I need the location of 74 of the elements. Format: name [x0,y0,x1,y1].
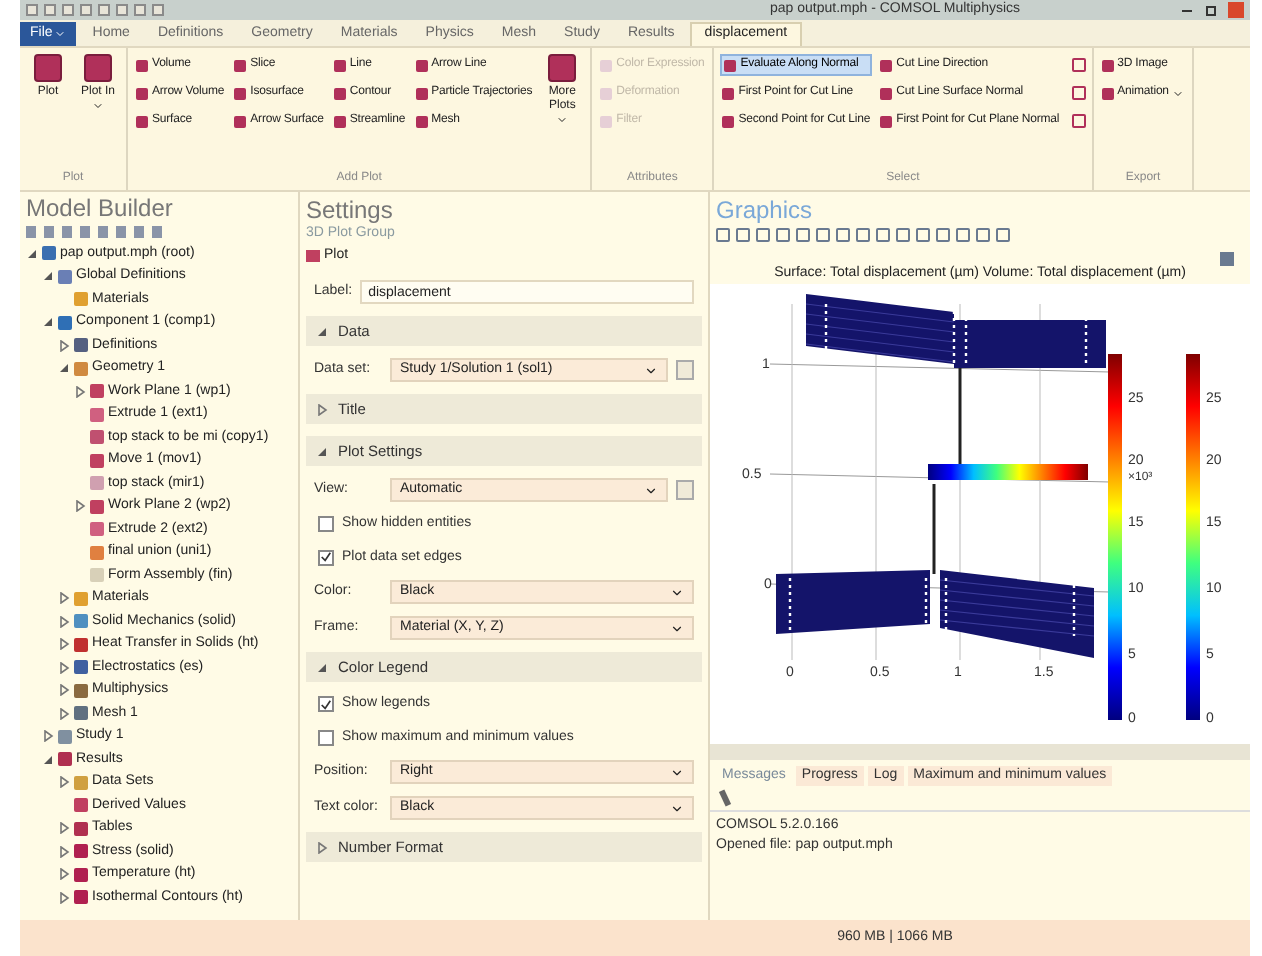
checkmark-icon [320,697,332,712]
caret-icon [670,621,684,635]
collapsed-arrow-icon[interactable] [58,592,70,605]
collapsed-arrow-icon[interactable] [42,730,54,743]
plot-type-icon [600,59,613,71]
plot-type-icon [880,115,893,127]
plot-type-icon [136,59,148,71]
collapsed-arrow-icon[interactable] [74,385,86,398]
expanded-arrow-icon[interactable] [316,445,328,457]
caret-icon [644,363,658,377]
caret-icon [670,585,684,599]
collapsed-arrow-icon[interactable] [316,841,328,853]
plot-type-icon [880,87,893,99]
panel-title: Graphics [714,194,815,224]
plot-icon [34,54,62,82]
plot-type-icon [415,87,428,99]
caret-icon [670,801,684,815]
panel-title: Model Builder [26,196,175,222]
panel-title: Settings [306,196,395,224]
plot-type-icon [234,59,247,71]
expanded-arrow-icon[interactable] [58,362,70,375]
expanded-arrow-icon[interactable] [316,325,328,337]
collapsed-arrow-icon[interactable] [58,891,70,904]
plot-type-icon [724,59,737,71]
collapsed-arrow-icon[interactable] [58,339,70,352]
checkbox[interactable] [318,696,334,713]
checkmark-icon [320,550,332,565]
caret-icon [644,483,658,497]
collapsed-arrow-icon[interactable] [58,638,70,651]
checkbox[interactable] [318,729,334,746]
minimize-icon[interactable] [1182,9,1192,11]
checkbox[interactable] [318,516,334,533]
collapsed-arrow-icon[interactable] [58,776,70,789]
plot-type-icon [415,115,428,127]
plot-type-icon [333,59,346,71]
caret-icon [92,100,104,112]
plot-type-icon [600,115,613,127]
expanded-arrow-icon[interactable] [42,270,54,283]
plot-type-icon [1101,87,1114,99]
clear-icon[interactable] [718,789,732,807]
plot-type-icon [600,87,613,99]
collapsed-arrow-icon[interactable] [58,684,70,697]
plot-type-icon [333,115,346,127]
caret-icon [556,114,569,126]
plot-type-icon [136,87,148,99]
collapsed-arrow-icon[interactable] [58,615,70,628]
checkbox[interactable] [318,549,334,566]
caret-icon [54,28,67,40]
caret-icon [1172,87,1185,99]
plot-type-icon [234,115,247,127]
expanded-arrow-icon[interactable] [42,316,54,329]
collapsed-arrow-icon[interactable] [58,822,70,835]
plot-type-icon [136,115,148,127]
plot-icon [306,249,320,262]
collapsed-arrow-icon[interactable] [316,403,328,415]
plot-type-icon [234,87,247,99]
plot-icon [548,54,577,82]
plot-icon [84,54,112,82]
plot-type-icon [722,87,735,99]
plot-type-icon [415,59,428,71]
expanded-arrow-icon[interactable] [42,753,54,766]
plot-type-icon [1101,59,1114,71]
collapsed-arrow-icon[interactable] [58,868,70,881]
collapsed-arrow-icon[interactable] [74,500,86,513]
plot-type-icon [333,87,346,99]
collapsed-arrow-icon[interactable] [58,707,70,720]
caret-icon [670,765,684,779]
collapsed-arrow-icon[interactable] [58,845,70,858]
plot-type-icon [722,115,735,127]
plot-type-icon [880,59,893,71]
expanded-arrow-icon[interactable] [26,247,38,260]
expanded-arrow-icon[interactable] [316,661,328,673]
restore-icon[interactable] [1206,5,1216,15]
collapsed-arrow-icon[interactable] [58,661,70,674]
